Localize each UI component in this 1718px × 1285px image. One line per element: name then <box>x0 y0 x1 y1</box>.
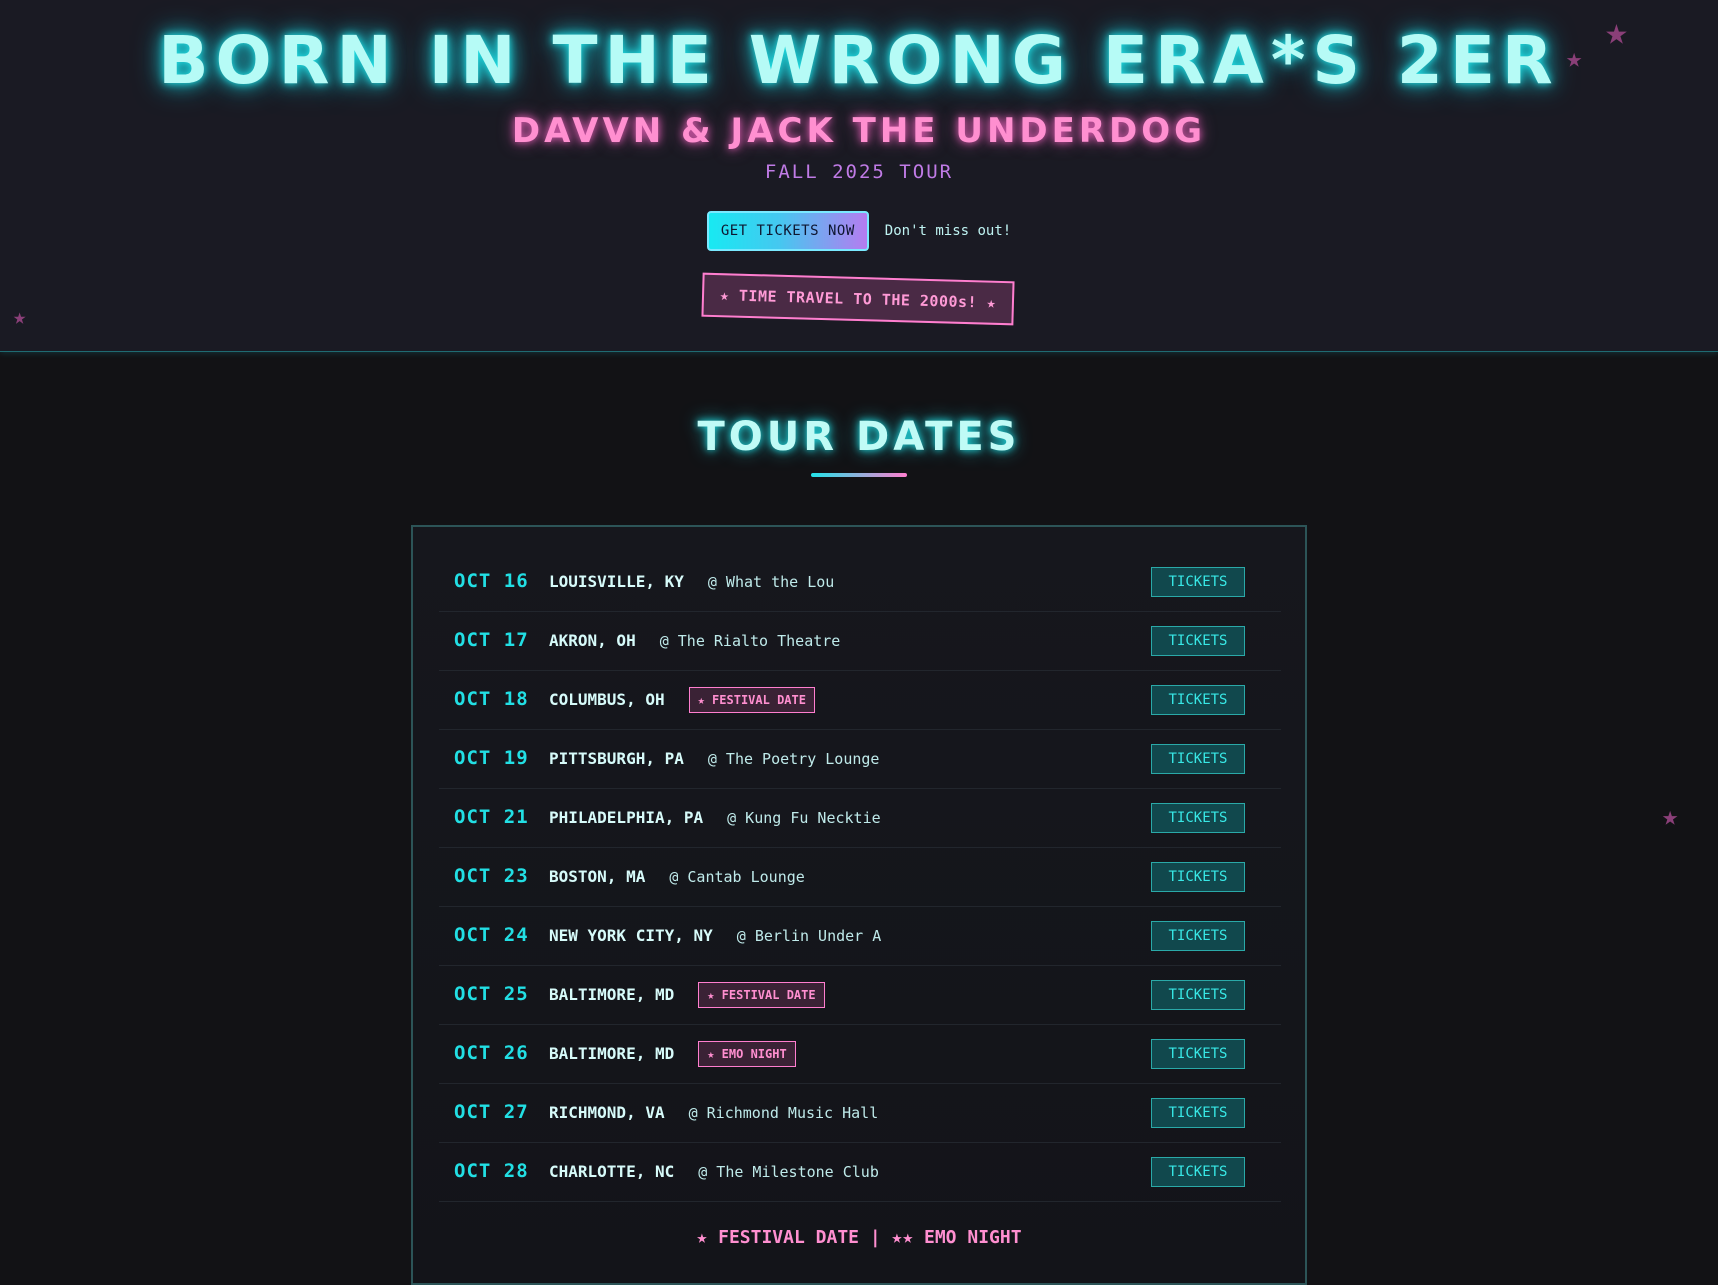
tour-date-row: OCT 17 AKRON, OH @ The Rialto Theatre TICKE… <box>439 611 1281 671</box>
tour-venue: @ Kung Fu Necktie <box>727 808 881 827</box>
tour-city: RICHMOND, VA <box>549 1103 665 1122</box>
star-icon: ★ <box>1566 43 1583 74</box>
tour-venue: @ The Milestone Club <box>698 1162 879 1181</box>
tour-date-info: BOSTON, MA @ Cantab Lounge <box>549 847 805 906</box>
tour-city: PITTSBURGH, PA <box>549 749 684 768</box>
tickets-button[interactable]: TICKETS <box>1151 626 1245 656</box>
tour-date: OCT 21 <box>454 806 529 828</box>
tour-city: NEW YORK CITY, NY <box>549 926 713 945</box>
get-tickets-button[interactable]: GET TICKETS NOW <box>706 211 869 251</box>
tour-date-info: PHILADELPHIA, PA @ Kung Fu Necktie <box>549 788 881 847</box>
tour-date-info: PITTSBURGH, PA @ The Poetry Lounge <box>549 729 879 788</box>
tour-date-row: OCT 27 RICHMOND, VA @ Richmond Music Hall T… <box>439 1083 1281 1143</box>
tour-dates-panel: OCT 16 LOUISVILLE, KY @ What the Lou TICKET… <box>411 525 1307 1285</box>
tickets-button[interactable]: TICKETS <box>1151 1098 1245 1128</box>
star-icon: ★ <box>1605 9 1628 53</box>
tickets-button[interactable]: TICKETS <box>1151 1039 1245 1069</box>
tour-date-row: OCT 26 BALTIMORE, MD ★ EMO NIGHT TICKETS <box>439 1024 1281 1084</box>
tour-date-info: LOUISVILLE, KY @ What the Lou <box>549 552 834 611</box>
tour-date: OCT 24 <box>454 924 529 946</box>
tickets-button[interactable]: TICKETS <box>1151 862 1245 892</box>
tour-date-info: NEW YORK CITY, NY @ Berlin Under A <box>549 906 881 965</box>
tickets-button[interactable]: TICKETS <box>1151 685 1245 715</box>
tour-date: OCT 16 <box>454 570 529 592</box>
heading-underline <box>811 473 907 477</box>
tour-date-info: BALTIMORE, MD ★ FESTIVAL DATE <box>549 965 825 1024</box>
tour-city: COLUMBUS, OH <box>549 690 665 709</box>
event-badge: ★ FESTIVAL DATE <box>698 981 825 1008</box>
tour-city: BALTIMORE, MD <box>549 1044 675 1063</box>
tour-date: OCT 23 <box>454 865 529 887</box>
cta-note: Don't miss out! <box>884 223 1012 239</box>
star-icon: ★ <box>1662 801 1679 832</box>
tour-date: OCT 17 <box>454 629 529 651</box>
tour-date: OCT 26 <box>454 1042 529 1064</box>
tour-date-row: OCT 23 BOSTON, MA @ Cantab Lounge TICKETS <box>439 847 1281 907</box>
tour-venue: @ Berlin Under A <box>736 926 882 945</box>
time-travel-sticker: ★ TIME TRAVEL TO THE 2000s! ★ <box>701 272 1015 326</box>
tour-date-row: OCT 24 NEW YORK CITY, NY @ Berlin Under A T… <box>439 906 1281 966</box>
tour-date-info: AKRON, OH @ The Rialto Theatre <box>549 611 840 670</box>
tour-date: OCT 19 <box>454 747 529 769</box>
tour-date: OCT 25 <box>454 983 529 1005</box>
tickets-button[interactable]: TICKETS <box>1151 567 1245 597</box>
tour-date-row: OCT 18 COLUMBUS, OH ★ FESTIVAL DATE TICKETS <box>439 670 1281 730</box>
star-icon: ★ <box>13 305 27 330</box>
tour-date-info: BALTIMORE, MD ★ EMO NIGHT <box>549 1024 796 1083</box>
tour-date-info: COLUMBUS, OH ★ FESTIVAL DATE <box>549 670 815 729</box>
tour-season: FALL 2025 TOUR <box>764 161 954 183</box>
event-badge: ★ FESTIVAL DATE <box>688 686 815 713</box>
tickets-button[interactable]: TICKETS <box>1151 1157 1245 1187</box>
tour-city: LOUISVILLE, KY <box>549 572 684 591</box>
tour-date: OCT 18 <box>454 688 529 710</box>
tour-date: OCT 28 <box>454 1160 529 1182</box>
tour-city: AKRON, OH <box>549 631 636 650</box>
tour-city: BALTIMORE, MD <box>549 985 675 1004</box>
tour-date-row: OCT 21 PHILADELPHIA, PA @ Kung Fu Necktie T… <box>439 788 1281 848</box>
tour-venue: @ The Poetry Lounge <box>707 749 880 768</box>
tour-date-row: OCT 25 BALTIMORE, MD ★ FESTIVAL DATE TICKET… <box>439 965 1281 1025</box>
tour-city: CHARLOTTE, NC <box>549 1162 675 1181</box>
tickets-button[interactable]: TICKETS <box>1151 980 1245 1010</box>
tickets-button[interactable]: TICKETS <box>1151 921 1245 951</box>
artist-names: DAVVN & JACK THE UNDERDOG <box>511 111 1207 151</box>
event-badge: ★ EMO NIGHT <box>698 1040 796 1067</box>
tour-venue: @ What the Lou <box>707 572 835 591</box>
tour-date-row: OCT 19 PITTSBURGH, PA @ The Poetry Lounge T… <box>439 729 1281 789</box>
hero-header: BORN IN THE WRONG ERA*S 2ER DAVVN & JACK… <box>0 0 1718 352</box>
tour-dates-heading: TOUR DATES <box>697 414 1021 460</box>
tour-date: OCT 27 <box>454 1101 529 1123</box>
dates-legend: ★ FESTIVAL DATE | ★★ EMO NIGHT <box>696 1227 1022 1248</box>
tour-city: PHILADELPHIA, PA <box>549 808 704 827</box>
tour-date-row: OCT 16 LOUISVILLE, KY @ What the Lou TICKET… <box>439 552 1281 612</box>
tour-venue: @ The Rialto Theatre <box>659 631 841 650</box>
tickets-button[interactable]: TICKETS <box>1151 744 1245 774</box>
tour-date-info: CHARLOTTE, NC @ The Milestone Club <box>549 1142 879 1201</box>
tour-venue: @ Richmond Music Hall <box>688 1103 879 1122</box>
tour-date-row: OCT 28 CHARLOTTE, NC @ The Milestone Club T… <box>439 1142 1281 1202</box>
cta-row: GET TICKETS NOW Don't miss out! <box>0 211 1718 251</box>
tour-city: BOSTON, MA <box>549 867 646 886</box>
tickets-button[interactable]: TICKETS <box>1151 803 1245 833</box>
tour-title: BORN IN THE WRONG ERA*S 2ER <box>158 22 1560 99</box>
tour-venue: @ Cantab Lounge <box>669 867 805 886</box>
tour-date-info: RICHMOND, VA @ Richmond Music Hall <box>549 1083 878 1142</box>
